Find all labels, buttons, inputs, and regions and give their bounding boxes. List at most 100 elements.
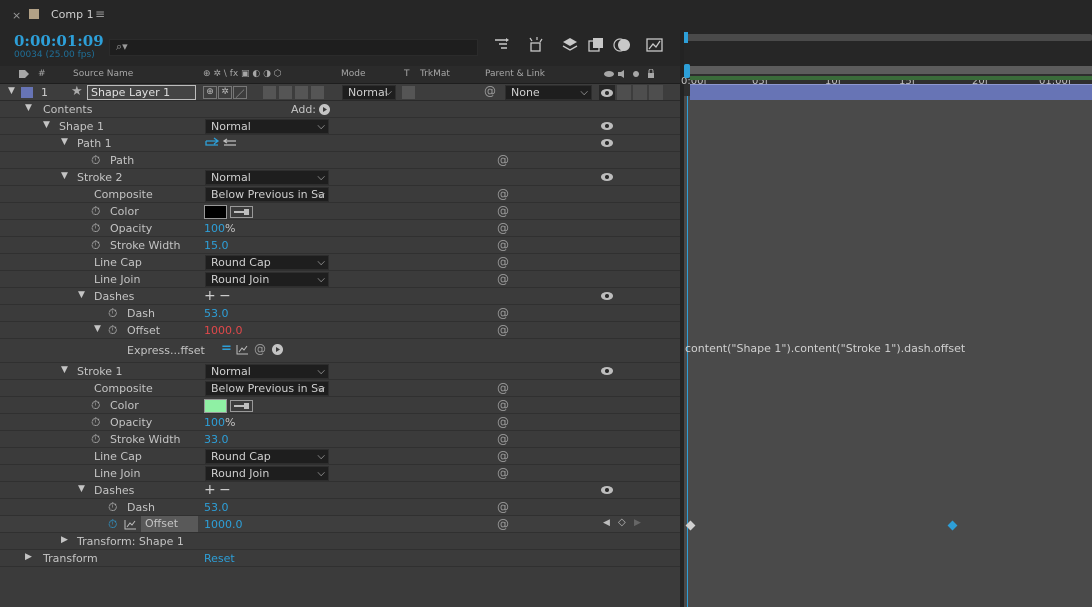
spiral-icon[interactable]: @ — [497, 381, 509, 395]
adjustment-switch[interactable] — [311, 86, 324, 99]
spiral-icon[interactable]: @ — [497, 466, 509, 480]
color-swatch[interactable] — [204, 205, 227, 219]
add-keyframe-button[interactable]: ◇ — [618, 517, 626, 528]
tree-row-dashes[interactable]: ▼ Dashes + − — [0, 482, 680, 499]
parent-dropdown[interactable]: None ⌵ — [505, 85, 592, 100]
twirl-right-icon[interactable]: ▶ — [61, 535, 68, 545]
spiral-icon[interactable]: @ — [497, 415, 509, 429]
line-join-dropdown[interactable]: Round Join ⌵ — [205, 272, 329, 287]
layer-name-field[interactable]: Shape Layer 1 — [87, 85, 196, 100]
line-join-dropdown[interactable]: Round Join ⌵ — [205, 466, 329, 481]
tree-row-line-cap[interactable]: Line Cap Round Cap ⌵ @ — [0, 254, 680, 271]
stopwatch-icon[interactable]: ⏱ — [91, 238, 100, 253]
eye-icon[interactable] — [601, 138, 614, 148]
spiral-icon[interactable]: @ — [497, 398, 509, 412]
time-navigator[interactable] — [684, 34, 1092, 41]
frame-blend-switch[interactable] — [279, 86, 292, 99]
column-parent[interactable]: Parent & Link — [485, 69, 545, 79]
tree-row-opacity[interactable]: ⏱ Opacity 100% @ — [0, 414, 680, 431]
stopwatch-icon[interactable]: ⏱ — [91, 432, 100, 447]
add-menu-button[interactable] — [319, 104, 330, 115]
spiral-icon[interactable]: @ — [497, 517, 509, 531]
column-source-name[interactable]: Source Name — [73, 69, 133, 79]
tree-row-path1[interactable]: ▼ Path 1 — [0, 135, 680, 152]
quality-switch-icon[interactable]: ／ — [233, 86, 247, 100]
tree-row-color[interactable]: ⏱ Color @ — [0, 397, 680, 414]
prev-keyframe-button[interactable]: ◀ — [603, 518, 610, 528]
path-direction-icon[interactable] — [205, 137, 239, 152]
layer-row[interactable]: ▼ 1 ★ Shape Layer 1 ⊕ ✲ ／ Normal ⌵ @ None… — [0, 84, 680, 101]
close-tab-button[interactable]: × — [12, 9, 21, 22]
layer-icon[interactable] — [560, 37, 580, 57]
stroke-width-value[interactable]: 33.0 — [204, 433, 229, 446]
offset-value[interactable]: 1000.0 — [204, 518, 243, 531]
spiral-icon[interactable]: @ — [497, 432, 509, 446]
stopwatch-icon[interactable]: ⏱ — [91, 153, 100, 168]
spiral-icon[interactable]: @ — [497, 272, 509, 286]
tree-row-stroke-width[interactable]: ⏱ Stroke Width 15.0 @ — [0, 237, 680, 254]
layer-search-input[interactable]: ⌕▾ — [109, 39, 478, 56]
stopwatch-icon[interactable]: ⏱ — [91, 415, 100, 430]
layer-mode-dropdown[interactable]: Normal ⌵ — [342, 85, 396, 100]
shy-icon[interactable] — [526, 37, 546, 57]
transfer-icon[interactable] — [492, 37, 512, 55]
color-swatch[interactable] — [204, 399, 227, 413]
tree-row-stroke1[interactable]: ▼ Stroke 1 Normal ⌵ — [0, 363, 680, 380]
tree-row-contents[interactable]: ▼ Contents Add: — [0, 101, 680, 118]
shy-switch-icon[interactable]: ⊕ — [203, 86, 217, 99]
add-dash-button[interactable]: + — [204, 482, 216, 498]
spiral-icon[interactable]: @ — [497, 238, 509, 252]
line-cap-dropdown[interactable]: Round Cap ⌵ — [205, 255, 329, 270]
tree-row-dashes[interactable]: ▼ Dashes + − — [0, 288, 680, 305]
add-dash-button[interactable]: + — [204, 288, 216, 304]
navigator-start-handle[interactable] — [684, 32, 688, 43]
enable-expression-icon[interactable]: = — [221, 341, 232, 356]
eye-icon[interactable] — [601, 366, 614, 376]
comp-tab-title[interactable]: Comp 1 — [51, 8, 94, 21]
tree-row-line-join[interactable]: Line Join Round Join ⌵ @ — [0, 465, 680, 482]
twirl-down-icon[interactable]: ▼ — [61, 365, 68, 375]
stopwatch-icon[interactable]: ⏱ — [91, 398, 100, 413]
eye-icon[interactable] — [601, 291, 614, 301]
reset-link[interactable]: Reset — [204, 552, 235, 565]
tree-row-expression[interactable]: Express...ffset = @ — [0, 339, 680, 363]
expression-menu-button[interactable] — [272, 344, 283, 355]
twirl-down-icon[interactable]: ▼ — [25, 103, 32, 113]
tree-row-path[interactable]: ⏱ Path @ — [0, 152, 680, 169]
tree-row-composite[interactable]: Composite Below Previous in Sa ⌵ @ — [0, 186, 680, 203]
offset-value[interactable]: 1000.0 — [204, 324, 243, 337]
twirl-down-icon[interactable]: ▼ — [78, 484, 85, 494]
spiral-icon[interactable]: @ — [497, 306, 509, 320]
tree-row-opacity[interactable]: ⏱ Opacity 100% @ — [0, 220, 680, 237]
pick-whip-icon[interactable]: @ — [254, 342, 266, 356]
blend-mode-dropdown[interactable]: Normal ⌵ — [205, 364, 329, 379]
remove-dash-button[interactable]: − — [219, 288, 231, 304]
timeline-area[interactable]: 0:00f 05f 10f 15f 20f 01:00f content("Sh… — [681, 30, 1092, 607]
spiral-icon[interactable]: @ — [497, 187, 509, 201]
blend-mode-dropdown[interactable]: Normal ⌵ — [205, 119, 329, 134]
layer-label-color[interactable] — [21, 87, 33, 98]
graph-icon[interactable] — [124, 519, 137, 533]
spiral-icon[interactable]: @ — [497, 153, 509, 167]
tree-row-offset-expression[interactable]: ▼ ⏱ Offset 1000.0 @ — [0, 322, 680, 339]
spiral-icon[interactable]: @ — [497, 449, 509, 463]
blend-mode-dropdown[interactable]: Normal ⌵ — [205, 170, 329, 185]
layer-twirl-arrow[interactable]: ▼ — [8, 86, 15, 96]
stopwatch-active-icon[interactable]: ⏱ — [108, 517, 117, 532]
twirl-down-icon[interactable]: ▼ — [78, 290, 85, 300]
collapse-switch-icon[interactable]: ✲ — [218, 86, 232, 99]
tree-row-color[interactable]: ⏱ Color @ — [0, 203, 680, 220]
composite-dropdown[interactable]: Below Previous in Sa ⌵ — [205, 381, 329, 396]
twirl-down-icon[interactable]: ▼ — [61, 137, 68, 147]
tree-row-composite[interactable]: Composite Below Previous in Sa ⌵ @ — [0, 380, 680, 397]
eye-icon[interactable] — [601, 121, 614, 131]
spiral-icon[interactable]: @ — [497, 255, 509, 269]
expression-text[interactable]: content("Shape 1").content("Stroke 1").d… — [685, 342, 965, 355]
stopwatch-icon[interactable]: ⏱ — [108, 306, 117, 321]
work-area-bar[interactable] — [684, 66, 1092, 74]
eye-icon[interactable] — [601, 485, 614, 495]
solo-switch[interactable] — [633, 85, 647, 100]
dash-value[interactable]: 53.0 — [204, 307, 229, 320]
pick-whip-icon[interactable]: @ — [484, 84, 496, 98]
audio-switch[interactable] — [617, 85, 631, 100]
